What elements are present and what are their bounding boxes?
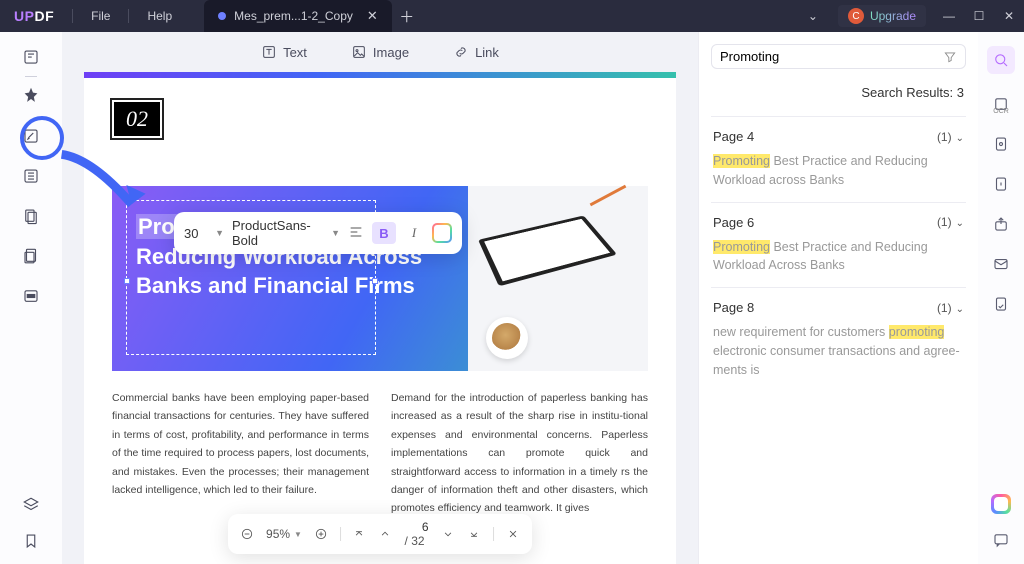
add-tab-button[interactable]: ＋ xyxy=(392,6,422,27)
email-icon[interactable] xyxy=(991,254,1011,274)
tab-dot-icon xyxy=(218,12,226,20)
chat-icon[interactable] xyxy=(991,530,1011,550)
last-page-button[interactable] xyxy=(467,527,481,541)
body-column-2[interactable]: Demand for the introduction of paperless… xyxy=(391,389,648,518)
minimize-button[interactable]: — xyxy=(934,9,964,23)
prev-page-button[interactable] xyxy=(379,527,393,541)
search-box xyxy=(711,44,966,69)
organize-icon[interactable] xyxy=(22,207,40,225)
search-input[interactable] xyxy=(720,49,943,64)
color-picker-button[interactable] xyxy=(432,223,452,243)
font-size-select[interactable]: 30▼ xyxy=(184,226,224,241)
first-page-button[interactable] xyxy=(353,527,367,541)
search-result-item[interactable]: Page 4(1)⌄ Promoting Best Practice and R… xyxy=(711,116,966,202)
search-icon[interactable] xyxy=(987,46,1015,74)
body-column-1[interactable]: Commercial banks have been employing pap… xyxy=(112,389,369,518)
right-sidebar: OCR xyxy=(978,32,1024,564)
page-indicator: / 32 xyxy=(405,520,430,548)
body-columns: Commercial banks have been employing pap… xyxy=(112,389,648,518)
laptop-illustration xyxy=(478,216,617,287)
annotation-circle xyxy=(20,116,64,160)
close-controls-button[interactable] xyxy=(506,527,520,541)
editor-area: Text Image Link 02 30▼ ProductSans-Bold▼… xyxy=(62,32,698,564)
share-icon[interactable] xyxy=(991,214,1011,234)
annotation-arrow xyxy=(56,150,146,220)
search-result-item[interactable]: Page 6(1)⌄ Promoting Best Practice and R… xyxy=(711,202,966,288)
chevron-down-icon[interactable]: ⌄ xyxy=(796,9,830,23)
menu-help[interactable]: Help xyxy=(133,9,186,23)
redact-icon[interactable] xyxy=(22,287,40,305)
font-family-select[interactable]: ProductSans-Bold▼ xyxy=(232,218,340,248)
compress-icon[interactable] xyxy=(991,134,1011,154)
filter-icon[interactable] xyxy=(943,50,957,64)
bold-button[interactable]: B xyxy=(372,222,396,244)
next-page-button[interactable] xyxy=(441,527,455,541)
menu-file[interactable]: File xyxy=(77,9,124,23)
left-sidebar xyxy=(0,32,62,564)
zoom-out-button[interactable] xyxy=(240,527,254,541)
italic-button[interactable]: I xyxy=(404,225,424,241)
decorative-bar xyxy=(84,72,676,78)
app-logo: UPDF xyxy=(0,8,68,24)
ai-icon[interactable] xyxy=(991,494,1011,514)
ocr-icon[interactable]: OCR xyxy=(991,94,1011,114)
close-tab-icon[interactable]: ✕ xyxy=(367,8,378,24)
add-image-button[interactable]: Image xyxy=(351,44,409,60)
crop-icon[interactable] xyxy=(22,247,40,265)
comment-icon[interactable] xyxy=(22,87,40,105)
page-tools-icon[interactable] xyxy=(22,167,40,185)
search-panel: Search Results: 3 Page 4(1)⌄ Promoting B… xyxy=(698,32,978,564)
upgrade-label: Upgrade xyxy=(870,9,916,23)
search-results-count: Search Results: 3 xyxy=(713,85,964,100)
maximize-button[interactable]: ☐ xyxy=(964,9,994,23)
edit-toolbar: Text Image Link xyxy=(62,32,698,72)
reader-icon[interactable] xyxy=(22,48,40,66)
document-tab[interactable]: Mes_prem...1-2_Copy ✕ xyxy=(204,0,392,32)
print-icon[interactable] xyxy=(991,294,1011,314)
search-result-item[interactable]: Page 8(1)⌄ new requirement for customers… xyxy=(711,287,966,391)
hero-image xyxy=(468,186,648,371)
tab-title: Mes_prem...1-2_Copy xyxy=(234,9,353,23)
document-page[interactable]: 02 30▼ ProductSans-Bold▼ B I Promoting B… xyxy=(84,72,676,564)
page-input[interactable] xyxy=(405,520,429,534)
layers-icon[interactable] xyxy=(22,496,40,514)
add-text-button[interactable]: Text xyxy=(261,44,307,60)
title-bar: UPDF File Help Mes_prem...1-2_Copy ✕ ＋ ⌄… xyxy=(0,0,1024,32)
page-controls: 95%▼ / 32 xyxy=(228,514,532,554)
pen-illustration xyxy=(590,185,627,206)
chapter-number: 02 xyxy=(112,100,162,138)
user-avatar: C xyxy=(848,8,864,24)
text-format-toolbar: 30▼ ProductSans-Bold▼ B I xyxy=(174,212,462,254)
zoom-in-button[interactable] xyxy=(314,527,328,541)
upgrade-button[interactable]: C Upgrade xyxy=(838,5,926,27)
add-link-button[interactable]: Link xyxy=(453,44,499,60)
coffee-illustration xyxy=(486,317,528,359)
zoom-select[interactable]: 95%▼ xyxy=(266,527,302,541)
close-window-button[interactable]: ✕ xyxy=(994,9,1024,23)
bookmark-icon[interactable] xyxy=(22,532,40,550)
align-button[interactable] xyxy=(348,224,364,243)
protect-icon[interactable] xyxy=(991,174,1011,194)
